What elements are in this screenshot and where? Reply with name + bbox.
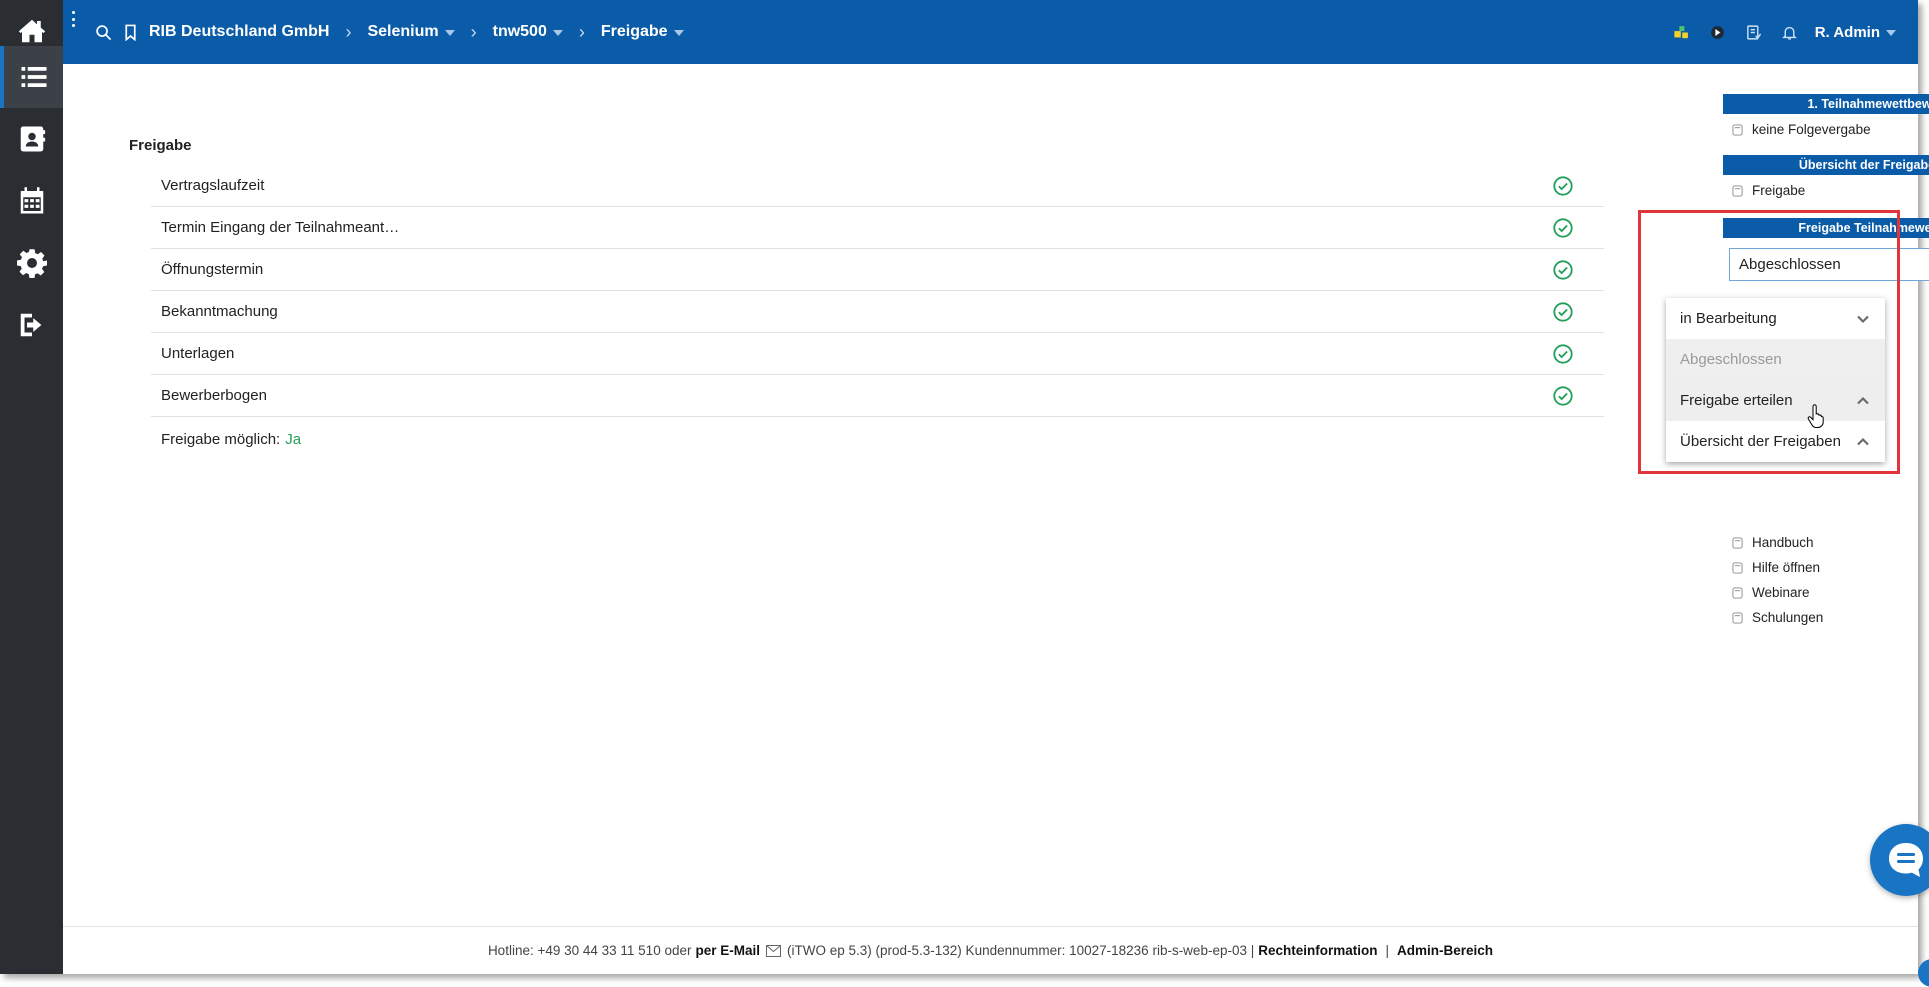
list-item[interactable]: Bewerberbogen	[151, 375, 1604, 417]
header-actions: R. Admin	[1671, 0, 1896, 64]
list-item[interactable]: Bekanntmachung	[151, 291, 1604, 333]
settings-icon	[16, 249, 47, 278]
document-icon	[1732, 587, 1743, 598]
plugin-button[interactable]	[1707, 21, 1729, 43]
notifications-button[interactable]	[1779, 21, 1801, 43]
document-icon	[1732, 562, 1743, 573]
option-in-bearbeitung[interactable]: in Bearbeitung	[1666, 298, 1885, 339]
search-icon[interactable]	[95, 24, 112, 41]
rail-list[interactable]	[0, 46, 63, 108]
panel-header-teilnahmewettbewerb: 1. Teilnahmewettbewerb	[1723, 94, 1929, 114]
legal-link[interactable]: Rechteinformation	[1258, 943, 1377, 958]
side-link-folgevergabe[interactable]: keine Folgevergabe	[1723, 117, 1929, 142]
list-item[interactable]: Termin Eingang der Teilnahmeant…	[151, 207, 1604, 249]
breadcrumb: RIB Deutschland GmbH › Selenium › tnw500…	[95, 0, 684, 64]
breadcrumb-tender[interactable]: tnw500	[493, 23, 563, 41]
chevron-right-icon: ›	[470, 21, 477, 42]
clipboard-icon	[1747, 24, 1762, 40]
main-content: Freigabe Vertragslaufzeit Termin Eingang…	[63, 64, 1929, 987]
list-item[interactable]: Vertragslaufzeit	[151, 165, 1604, 207]
list-item[interactable]: Unterlagen	[151, 333, 1604, 375]
option-freigabe-erteilen[interactable]: Freigabe erteilen	[1666, 380, 1885, 421]
breadcrumb-page[interactable]: Freigabe	[601, 23, 684, 41]
caret-down-icon	[444, 30, 455, 36]
chevron-up-icon	[1857, 396, 1869, 404]
check-circle-icon	[1553, 175, 1573, 196]
side-link-freigabe[interactable]: Freigabe	[1723, 178, 1929, 203]
chevron-right-icon: ›	[578, 21, 585, 42]
breadcrumb-company[interactable]: RIB Deutschland GmbH	[149, 23, 329, 41]
calendar-icon	[20, 187, 43, 214]
rail-settings[interactable]	[0, 232, 63, 294]
document-icon	[1732, 124, 1743, 135]
panel-header-uebersicht: Übersicht der Freigabe(n)	[1723, 155, 1929, 175]
plugin-icon	[1711, 25, 1725, 39]
panel-header-freigabe-teilnahme: Freigabe Teilnahmewettb.	[1723, 218, 1929, 238]
grid-app-button[interactable]	[1671, 21, 1693, 43]
rail-logout[interactable]	[0, 294, 63, 356]
check-circle-icon	[1553, 217, 1573, 238]
app-window: RIB Deutschland GmbH › Selenium › tnw500…	[0, 0, 1929, 987]
list-icon	[21, 67, 46, 87]
grid-app-icon	[1674, 25, 1689, 38]
side-link-hilfe[interactable]: Hilfe öffnen	[1723, 555, 1929, 580]
mail-icon	[766, 944, 781, 957]
email-link[interactable]: per E-Mail	[695, 943, 760, 958]
breadcrumb-project[interactable]: Selenium	[367, 23, 455, 41]
caret-down-icon	[1886, 30, 1896, 36]
clipboard-button[interactable]	[1743, 21, 1765, 43]
list-item[interactable]: Öffnungstermin	[151, 249, 1604, 291]
contacts-icon	[20, 126, 45, 152]
rail-collapse-handle[interactable]	[70, 11, 76, 27]
rail-contacts[interactable]	[0, 108, 63, 170]
user-menu[interactable]: R. Admin	[1815, 24, 1896, 41]
option-uebersicht-freigaben[interactable]: Übersicht der Freigaben	[1666, 421, 1885, 462]
caret-down-icon	[673, 30, 684, 36]
page-title: Freigabe	[129, 137, 192, 154]
top-header: RIB Deutschland GmbH › Selenium › tnw500…	[63, 0, 1918, 64]
chat-button[interactable]	[1870, 824, 1929, 896]
left-rail	[0, 0, 63, 974]
document-icon	[1732, 612, 1743, 623]
check-circle-icon	[1553, 301, 1573, 322]
home-icon	[18, 19, 45, 43]
chevron-right-icon: ›	[345, 21, 352, 42]
chevron-up-icon	[1857, 437, 1869, 445]
logout-icon	[20, 313, 41, 337]
document-icon	[1732, 537, 1743, 548]
side-link-webinare[interactable]: Webinare	[1723, 580, 1929, 605]
chevron-down-icon	[1857, 315, 1869, 323]
bell-icon	[1782, 26, 1798, 40]
checklist: Vertragslaufzeit Termin Eingang der Teil…	[151, 165, 1604, 461]
bookmark-icon[interactable]	[122, 24, 139, 41]
check-circle-icon	[1553, 385, 1573, 406]
info-button[interactable]: i	[1918, 959, 1929, 987]
status-dropdown-menu: in Bearbeitung Abgeschlossen Freigabe er…	[1666, 298, 1885, 462]
rail-calendar[interactable]	[0, 170, 63, 232]
chat-bubble-icon	[1889, 843, 1923, 877]
document-icon	[1732, 185, 1743, 196]
status-select[interactable]: Abgeschlossen	[1729, 248, 1929, 281]
admin-link[interactable]: Admin-Bereich	[1397, 943, 1493, 958]
footer: Hotline: +49 30 44 33 11 510 oder per E-…	[63, 926, 1918, 974]
check-circle-icon	[1553, 259, 1573, 280]
help-links: Handbuch Hilfe öffnen Webinare Schulunge…	[1723, 530, 1929, 630]
caret-down-icon	[552, 30, 563, 36]
side-link-schulungen[interactable]: Schulungen	[1723, 605, 1929, 630]
side-link-handbuch[interactable]: Handbuch	[1723, 530, 1929, 555]
status-badge: Ja	[285, 430, 302, 448]
hand-cursor-icon	[1807, 404, 1824, 428]
side-panel: 1. Teilnahmewettbewerb keine Folgevergab…	[1723, 94, 1929, 281]
freigabe-status: Freigabe möglich: Ja	[161, 430, 302, 448]
check-circle-icon	[1553, 343, 1573, 364]
option-abgeschlossen: Abgeschlossen	[1666, 339, 1885, 380]
